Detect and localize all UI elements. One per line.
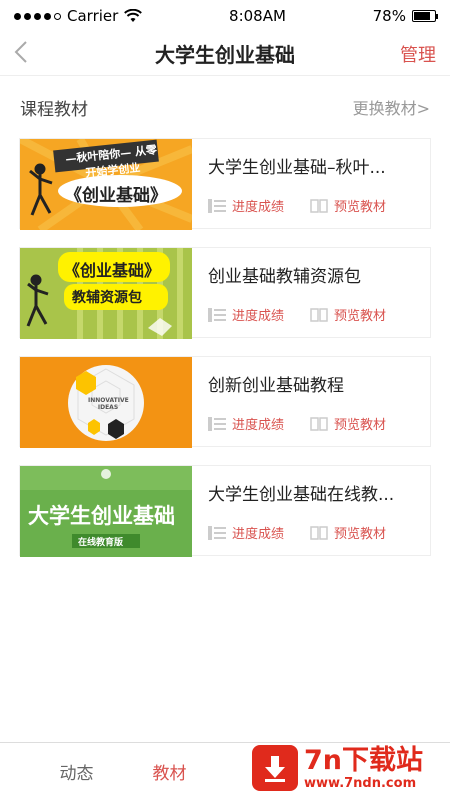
preview-textbook-button[interactable]: 预览教材 bbox=[310, 414, 386, 433]
book-icon bbox=[310, 416, 328, 431]
preview-textbook-label: 预览教材 bbox=[334, 309, 387, 324]
preview-textbook-label: 预览教材 bbox=[334, 527, 387, 542]
watermark-badge: 7n下载站 www.7ndn.com bbox=[252, 740, 440, 796]
textbook-info: 大学生创业基础在线教... 进度成绩 预览教材 bbox=[192, 466, 430, 555]
status-time: 8:08AM bbox=[229, 7, 286, 25]
textbook-cover: INNOVATIVE IDEAS bbox=[20, 357, 192, 448]
tab-textbooks[interactable]: 教材 bbox=[123, 759, 216, 784]
textbook-actions: 进度成绩 预览教材 bbox=[208, 414, 430, 433]
textbook-title: 创新创业基础教程 bbox=[208, 376, 344, 396]
cover-caption-sub: 教辅资源包 bbox=[72, 290, 142, 306]
textbook-info: 创业基础教辅资源包 进度成绩 预览教材 bbox=[192, 248, 430, 337]
list-icon bbox=[208, 416, 226, 431]
progress-grades-label: 进度成绩 bbox=[232, 527, 285, 542]
book-icon bbox=[310, 307, 328, 322]
cover-caption-main: 《创业基础》 bbox=[64, 261, 161, 280]
book-icon bbox=[310, 525, 328, 540]
back-button[interactable] bbox=[14, 32, 54, 76]
preview-textbook-button[interactable]: 预览教材 bbox=[310, 305, 386, 324]
textbook-card[interactable]: 《创业基础》 教辅资源包 创业基础教辅资源包 进度成绩 预览教材 bbox=[19, 247, 431, 339]
change-textbook-link[interactable]: 更换教材> bbox=[353, 95, 430, 119]
signal-strength-icon bbox=[14, 12, 61, 20]
textbook-actions: 进度成绩 预览教材 bbox=[208, 523, 430, 542]
textbook-card[interactable]: 大学生创业基础 在线教育版 大学生创业基础在线教... 进度成绩 预览教材 bbox=[19, 465, 431, 557]
textbook-info: 创新创业基础教程 进度成绩 预览教材 bbox=[192, 357, 430, 446]
cover-caption-sub: 在线教育版 bbox=[78, 538, 124, 548]
textbook-cover: 《创业基础》 教辅资源包 bbox=[20, 248, 192, 339]
textbook-title: 创业基础教辅资源包 bbox=[208, 267, 361, 287]
preview-textbook-label: 预览教材 bbox=[334, 418, 387, 433]
download-icon bbox=[252, 745, 298, 791]
watermark-text: 7n下载站 www.7ndn.com bbox=[304, 744, 424, 791]
cover-caption-main: 《创业基础》 bbox=[65, 186, 167, 206]
wifi-icon bbox=[124, 9, 143, 22]
textbook-cover: —秋叶陪你— 从零开始学创业 《创业基础》 bbox=[20, 139, 192, 230]
battery-percent: 78% bbox=[372, 7, 406, 25]
manage-button[interactable]: 管理 bbox=[396, 41, 436, 67]
cover-caption-main: 大学生创业基础 bbox=[28, 504, 175, 528]
watermark-url: www.7ndn.com bbox=[304, 775, 417, 791]
cover-caption-main: INNOVATIVE IDEAS bbox=[88, 397, 129, 411]
textbook-card[interactable]: —秋叶陪你— 从零开始学创业 《创业基础》 大学生创业基础–秋叶... 进度成绩… bbox=[19, 138, 431, 230]
progress-grades-button[interactable]: 进度成绩 bbox=[208, 196, 284, 215]
list-icon bbox=[208, 307, 226, 322]
battery-icon bbox=[411, 10, 438, 22]
textbook-info: 大学生创业基础–秋叶... 进度成绩 预览教材 bbox=[192, 139, 430, 228]
progress-grades-label: 进度成绩 bbox=[232, 309, 285, 324]
textbook-title: 大学生创业基础–秋叶... bbox=[208, 158, 386, 178]
progress-grades-button[interactable]: 进度成绩 bbox=[208, 305, 284, 324]
page-title: 大学生创业基础 bbox=[155, 43, 295, 67]
list-icon bbox=[208, 198, 226, 213]
progress-grades-button[interactable]: 进度成绩 bbox=[208, 523, 284, 542]
textbook-actions: 进度成绩 预览教材 bbox=[208, 196, 430, 215]
section-title: 课程教材 bbox=[20, 99, 88, 120]
progress-grades-label: 进度成绩 bbox=[232, 418, 285, 433]
status-bar: Carrier 8:08AM 78% bbox=[0, 0, 450, 32]
section-header: 课程教材 更换教材> bbox=[0, 76, 450, 138]
preview-textbook-label: 预览教材 bbox=[334, 200, 387, 215]
textbook-actions: 进度成绩 预览教材 bbox=[208, 305, 430, 324]
list-icon bbox=[208, 525, 226, 540]
tab-activity[interactable]: 动态 bbox=[30, 759, 123, 784]
nav-bar: 大学生创业基础 管理 bbox=[0, 32, 450, 76]
status-left: Carrier bbox=[14, 7, 143, 25]
progress-grades-label: 进度成绩 bbox=[232, 200, 285, 215]
textbook-card[interactable]: INNOVATIVE IDEAS 创新创业基础教程 进度成绩 预览教材 bbox=[19, 356, 431, 448]
chevron-left-icon bbox=[14, 40, 27, 63]
preview-textbook-button[interactable]: 预览教材 bbox=[310, 523, 386, 542]
book-icon bbox=[310, 198, 328, 213]
carrier-label: Carrier bbox=[67, 7, 119, 25]
preview-textbook-button[interactable]: 预览教材 bbox=[310, 196, 386, 215]
textbook-cover: 大学生创业基础 在线教育版 bbox=[20, 466, 192, 557]
progress-grades-button[interactable]: 进度成绩 bbox=[208, 414, 284, 433]
watermark-title: 7n下载站 bbox=[304, 744, 424, 776]
status-right: 78% bbox=[372, 7, 438, 25]
textbook-title: 大学生创业基础在线教... bbox=[208, 485, 395, 505]
